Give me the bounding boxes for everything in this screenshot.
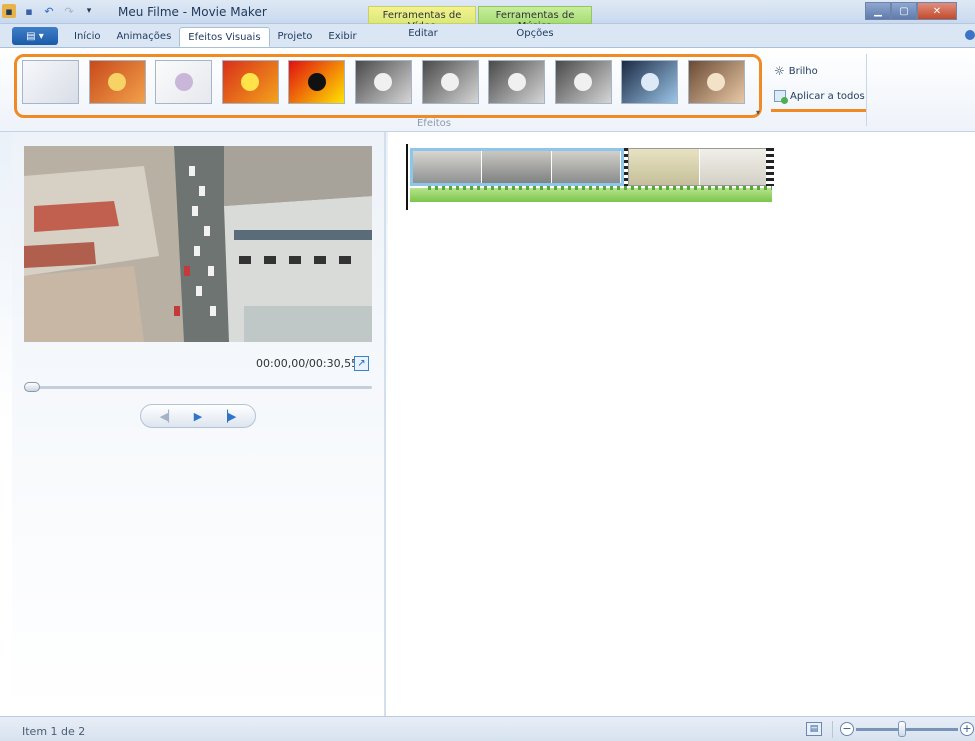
playhead[interactable] [406,144,408,210]
flower-icon [108,73,127,91]
tab-animacoes[interactable]: Animações [108,28,179,47]
apply-highlight-underline [771,109,866,112]
contextual-tab-video-tools: Ferramentas de Vídeo [368,6,476,32]
street-scene-image [24,146,372,342]
help-icon[interactable] [965,30,975,40]
window-title: Meu Filme - Movie Maker [118,5,267,19]
ribbon: ▾ Efeitos ☼ Brilho Aplicar a todos [0,48,975,132]
close-button[interactable]: ✕ [917,2,957,20]
effect-threshold-thumbnail[interactable] [288,60,346,104]
effect-saturate-thumbnail[interactable] [221,60,279,104]
flower-icon [507,73,526,91]
workspace: 00:00,00/00:30,55 ↗ ◀▏ ▶ ▕▶ [0,132,975,716]
tab-inicio[interactable]: Início [66,28,108,47]
seek-bar[interactable] [26,386,372,389]
fullscreen-button[interactable]: ↗ [354,356,369,371]
flower-icon [174,73,193,91]
effects-gallery [22,60,755,104]
ribbon-tabs: Início Animações Efeitos Visuais Projeto… [66,27,365,47]
preview-pane: 00:00,00/00:30,55 ↗ ◀▏ ▶ ▕▶ [12,132,386,716]
next-frame-icon[interactable]: ▕▶ [219,410,236,423]
clip-1-frame [551,151,621,183]
tab-editar[interactable]: Editar [398,28,448,39]
effect-warm-thumbnail[interactable] [88,60,146,104]
effect-gray-1-thumbnail[interactable] [354,60,412,104]
effect-gray-3-thumbnail[interactable] [488,60,546,104]
tab-efeitos-visuais[interactable]: Efeitos Visuais [179,27,270,47]
tab-opcoes[interactable]: Opções [510,28,560,39]
tab-exibir[interactable]: Exibir [320,28,364,47]
brightness-button[interactable]: ☼ Brilho [774,64,818,78]
flower-icon [441,73,460,91]
timecode-display: 00:00,00/00:30,55 [256,357,359,370]
effect-sepia-thumbnail[interactable] [687,60,745,104]
flower-icon [640,73,659,91]
clip-2-frame [629,149,700,185]
zoom-out-button[interactable]: − [840,722,854,736]
flower-icon [307,73,326,91]
thumbnail-size-icon[interactable]: ▤ [806,722,822,736]
status-bar: Item 1 de 2 ▤ − + [0,716,975,741]
seek-thumb[interactable] [24,382,40,392]
minimize-button[interactable]: ▁ [865,2,891,20]
flower-icon [707,73,726,91]
clip-1-frame [482,151,552,183]
storyboard-pane [388,132,975,716]
effects-group-label: Efeitos [416,118,452,129]
effect-none-thumbnail[interactable] [22,60,79,104]
flower-icon [42,73,60,91]
timeline [406,144,776,210]
playback-controls: ◀▏ ▶ ▕▶ [140,404,256,428]
effect-gray-2-thumbnail[interactable] [421,60,479,104]
flower-icon [374,73,393,91]
item-count: Item 1 de 2 [22,725,86,738]
flower-icon [574,73,593,91]
previous-frame-icon[interactable]: ◀▏ [160,410,177,423]
customize-toolbar-icon[interactable]: ▾ [82,4,96,18]
audio-waveform [428,186,772,190]
gallery-more-arrow[interactable]: ▾ [756,108,764,117]
effect-sketch-thumbnail[interactable] [155,60,213,104]
movie-maker-app-icon: ▪ [2,4,16,18]
clip-1[interactable] [410,148,624,186]
undo-icon[interactable]: ↶ [42,4,56,18]
effect-gray-4-thumbnail[interactable] [554,60,612,104]
clip-2-frame [700,149,771,185]
clip-2[interactable] [628,148,772,186]
apply-to-all-label: Aplicar a todos [790,90,865,102]
play-icon[interactable]: ▶ [194,410,202,423]
title-bar: ▪ ▪ ↶ ↷ ▾ Meu Filme - Movie Maker Ferram… [0,0,975,32]
zoom-slider[interactable] [856,728,958,731]
save-icon[interactable]: ▪ [22,4,36,18]
video-preview[interactable] [24,146,372,342]
status-separator [832,721,833,738]
zoom-in-button[interactable]: + [960,722,974,736]
brightness-label: Brilho [788,65,818,77]
apply-all-icon [774,90,788,104]
maximize-button[interactable]: ▢ [891,2,917,20]
ribbon-tab-row: ▤ ▾ Início Animações Efeitos Visuais Pro… [0,24,975,48]
quick-access-toolbar: ▪ ▪ ↶ ↷ ▾ [2,4,96,18]
flower-icon [241,73,260,91]
filmstrip-edge [766,148,774,186]
window-controls: ▁ ▢ ✕ [865,2,957,20]
tab-projeto[interactable]: Projeto [270,28,321,47]
effect-cyan-thumbnail[interactable] [621,60,679,104]
redo-icon[interactable]: ↷ [62,4,76,18]
zoom-slider-thumb[interactable] [898,721,907,737]
apply-to-all-button[interactable]: Aplicar a todos [774,90,865,104]
sun-icon: ☼ [774,64,785,78]
application-menu-button[interactable]: ▤ ▾ [12,27,58,45]
audio-track[interactable] [410,188,772,202]
clip-1-frame [413,151,483,183]
contextual-tab-music-tools: Ferramentas de Música [478,6,592,32]
ribbon-separator [866,54,867,126]
